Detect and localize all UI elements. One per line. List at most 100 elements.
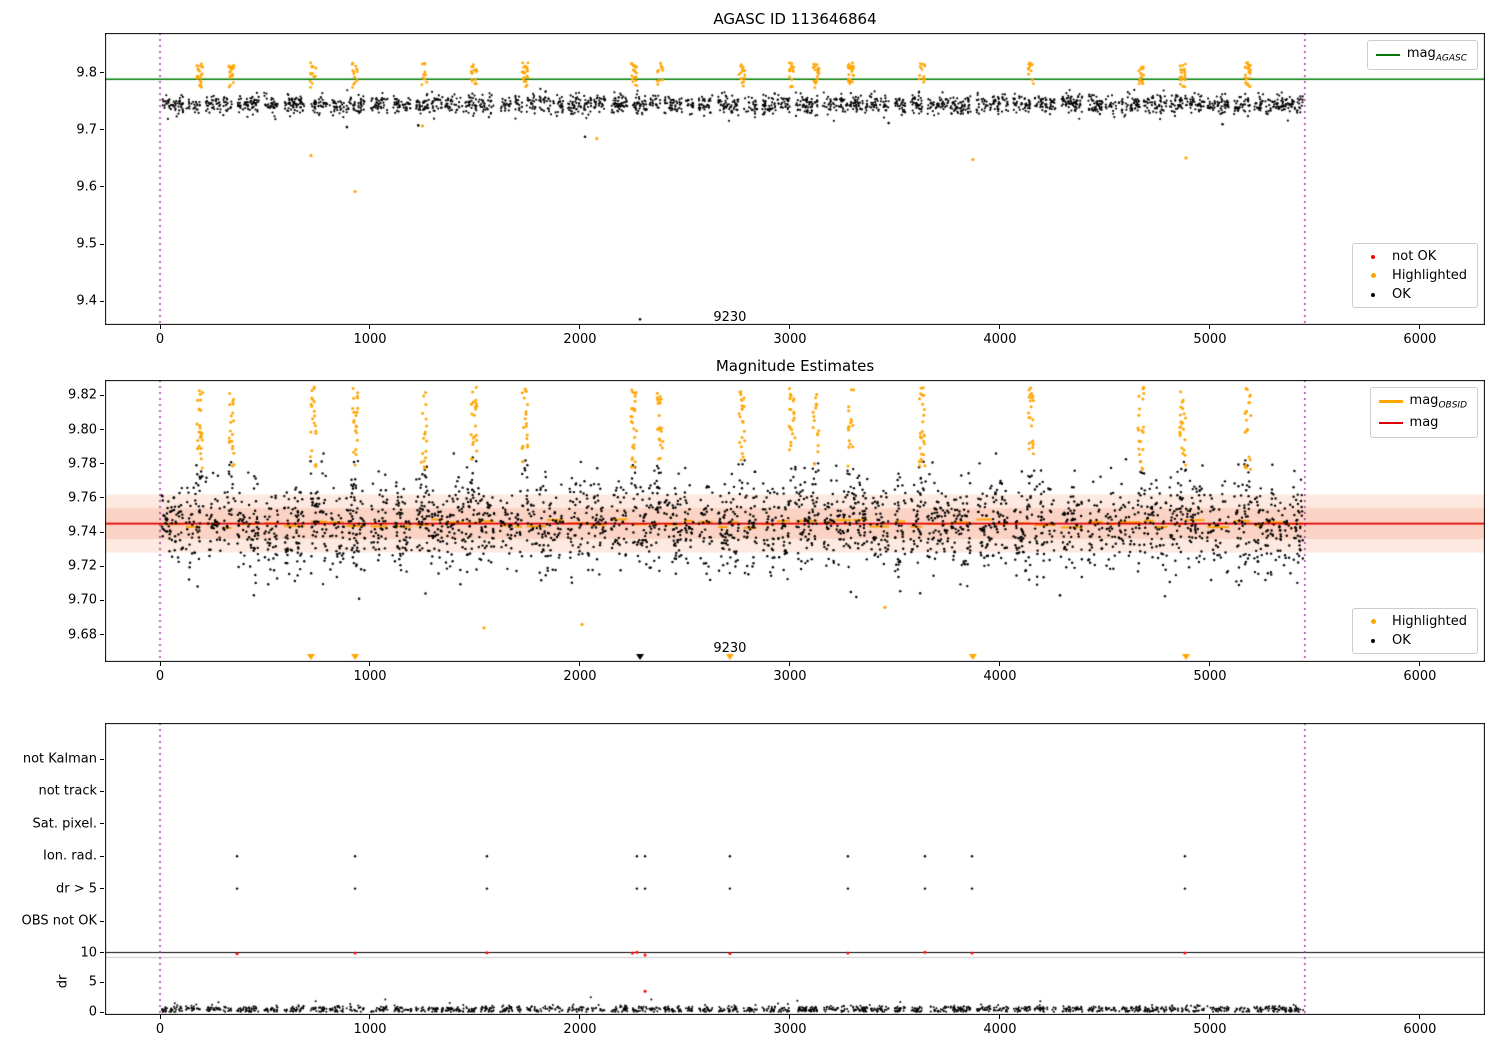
y-tick-label: 9.68 [68, 627, 97, 643]
legend-item-not-ok: not OK [1361, 249, 1467, 264]
x-tick-label: 5000 [1193, 1022, 1227, 1037]
ok-marker-icon [1361, 292, 1385, 297]
legend-item-highlighted-mid: Highlighted [1361, 614, 1467, 629]
x-tick-label: 2000 [563, 1022, 597, 1037]
y-tick-mark [100, 634, 104, 636]
dr-tick-label: 10 [80, 945, 97, 960]
x-tick-mark [579, 325, 581, 329]
bottom-plot-canvas [105, 723, 1485, 1015]
y-tick-mark [100, 565, 104, 567]
y-tick-label: 9.78 [68, 456, 97, 472]
y-tick-label: 9.76 [68, 490, 97, 506]
y-tick-mark [100, 497, 104, 499]
x-tick-mark [789, 325, 791, 329]
x-tick-label: 6000 [1403, 1022, 1437, 1037]
x-tick-mark [999, 662, 1001, 666]
top-plot-annotation: 9230 [713, 310, 747, 326]
y-tick-mark [100, 72, 104, 74]
x-tick-label: 0 [155, 332, 165, 347]
x-tick-label: 4000 [983, 1022, 1017, 1037]
x-tick-mark [999, 325, 1001, 329]
x-tick-label: 2000 [563, 669, 597, 684]
flag-category-label: dr > 5 [55, 881, 97, 897]
y-tick-label: 9.8 [76, 65, 97, 81]
y-tick-mark [100, 758, 104, 760]
x-tick-label: 4000 [983, 669, 1017, 684]
x-tick-label: 5000 [1193, 669, 1227, 684]
y-tick-mark [100, 300, 104, 302]
y-tick-label: 9.80 [68, 422, 97, 438]
flag-category-label: not track [38, 783, 97, 799]
middle-plot-marker-legend: Highlighted OK [1352, 608, 1478, 654]
middle-plot-canvas [105, 380, 1485, 662]
x-tick-mark [999, 1015, 1001, 1019]
y-tick-mark [100, 888, 104, 890]
flag-category-label: OBS not OK [21, 913, 98, 929]
x-tick-mark [579, 662, 581, 666]
y-tick-mark [100, 463, 104, 465]
top-plot-canvas [105, 33, 1485, 325]
x-tick-mark [1419, 1015, 1421, 1019]
x-tick-mark [369, 662, 371, 666]
mag-agasc-legend-label: magAGASC [1406, 46, 1467, 64]
mag-line-sample [1378, 422, 1403, 425]
y-tick-label: 9.7 [76, 122, 97, 138]
legend-item-ok-mid: OK [1361, 633, 1467, 648]
x-tick-mark [789, 662, 791, 666]
x-tick-mark [1209, 662, 1211, 666]
x-tick-label: 3000 [773, 1022, 807, 1037]
x-tick-mark [369, 325, 371, 329]
highlighted-legend-label: Highlighted [1392, 614, 1467, 629]
highlighted-legend-label: Highlighted [1392, 268, 1467, 283]
x-tick-label: 6000 [1403, 669, 1437, 684]
x-tick-mark [1419, 325, 1421, 329]
middle-plot-annotation: 9230 [713, 641, 747, 657]
y-tick-label: 9.82 [68, 387, 97, 403]
y-tick-mark [100, 186, 104, 188]
mag-legend-label: mag [1409, 414, 1439, 430]
x-tick-mark [1419, 662, 1421, 666]
x-tick-mark [579, 1015, 581, 1019]
y-tick-mark [100, 599, 104, 601]
y-tick-mark [100, 790, 104, 792]
not-ok-marker-icon [1361, 254, 1385, 259]
mag-obsid-line-sample [1378, 400, 1403, 404]
y-tick-mark [100, 952, 104, 953]
x-tick-label: 1000 [353, 669, 387, 684]
figure: AGASC ID 113646864 magAGASC not OK Highl… [0, 0, 1500, 1050]
mag-agasc-line-sample [1375, 53, 1400, 56]
middle-plot-title: Magnitude Estimates [715, 357, 875, 375]
y-tick-label: 9.74 [68, 524, 97, 540]
y-tick-mark [100, 920, 104, 922]
y-tick-mark [100, 129, 104, 131]
ok-legend-label: OK [1392, 287, 1411, 302]
x-tick-mark [1209, 325, 1211, 329]
x-tick-label: 0 [155, 1022, 165, 1037]
dr-axis-label: dr [55, 974, 71, 989]
x-tick-mark [159, 1015, 161, 1019]
highlighted-marker-icon [1361, 619, 1385, 624]
top-plot-title: AGASC ID 113646864 [713, 10, 877, 28]
y-tick-label: 9.72 [68, 558, 97, 574]
flag-category-label: Ion. rad. [43, 848, 97, 864]
x-tick-mark [159, 662, 161, 666]
legend-item-ok: OK [1361, 287, 1467, 302]
y-tick-mark [100, 823, 104, 825]
dr-tick-label: 5 [88, 974, 97, 990]
dr-tick-label: 0 [88, 1004, 97, 1020]
legend-item-mag: mag [1378, 414, 1467, 433]
highlighted-marker-icon [1361, 273, 1385, 278]
x-tick-label: 3000 [773, 669, 807, 684]
flag-category-label: Sat. pixel. [32, 816, 97, 832]
top-plot-line-legend: magAGASC [1366, 40, 1478, 70]
y-tick-mark [100, 1011, 104, 1013]
top-plot-marker-legend: not OK Highlighted OK [1352, 243, 1478, 308]
middle-plot-line-legend: magOBSID mag [1369, 387, 1478, 439]
x-tick-label: 3000 [773, 332, 807, 347]
x-tick-mark [789, 1015, 791, 1019]
y-tick-label: 9.70 [68, 592, 97, 608]
y-tick-label: 9.6 [76, 179, 97, 195]
y-tick-mark [100, 429, 104, 431]
legend-item-mag-agasc: magAGASC [1375, 46, 1467, 64]
y-tick-mark [100, 981, 104, 983]
